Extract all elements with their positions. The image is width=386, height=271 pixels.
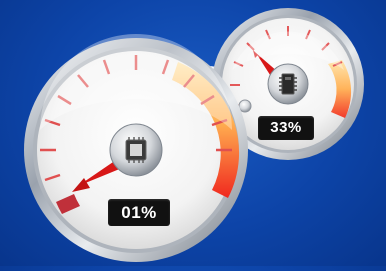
cpu-meter-gadget[interactable]: 01% 33% bbox=[0, 0, 386, 266]
cpu-usage-readout: 01% bbox=[108, 199, 170, 226]
gauge-knob bbox=[238, 99, 252, 113]
memory-usage-readout: 33% bbox=[258, 116, 314, 140]
cpu-chip-icon bbox=[125, 137, 147, 163]
memory-chip-icon bbox=[279, 73, 297, 95]
